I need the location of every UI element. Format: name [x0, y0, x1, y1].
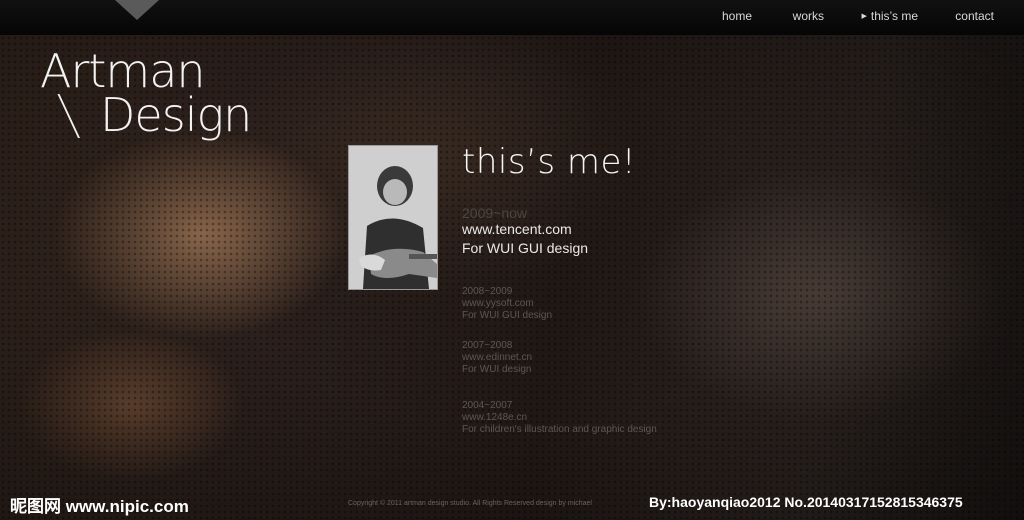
nav-item-contact[interactable]: contact	[955, 9, 994, 23]
past-job-entry: 2008~2009 www.yysoft.com For WUI GUI des…	[462, 286, 552, 322]
nav-item-this-is-me[interactable]: ▶ this’s me	[861, 9, 918, 23]
active-arrow-icon: ▶	[861, 13, 867, 20]
nav-item-home[interactable]: home	[722, 9, 752, 23]
past-job-years: 2004~2007	[462, 400, 513, 411]
page-heading: this’s me!	[462, 142, 637, 182]
profile-photo-figure	[349, 146, 437, 289]
past-job-site: www.edinnet.cn	[462, 352, 533, 363]
past-job-site: www.1248e.cn	[462, 412, 528, 423]
nav-item-works[interactable]: works	[793, 9, 824, 23]
past-job-description: For WUI GUI design	[462, 310, 553, 321]
nav-item-this-is-me-label: this’s me	[870, 9, 918, 23]
past-job-years: 2007~2008	[462, 340, 513, 351]
logo-line2: Design	[100, 88, 252, 142]
current-job-site: www.tencent.com	[462, 221, 572, 237]
past-job-site: www.yysoft.com	[462, 298, 534, 309]
past-job-years: 2008~2009	[462, 286, 513, 297]
watermark-right: By:haoyanqiao2012 No.2014031715281534637…	[649, 494, 963, 510]
top-notch-decoration	[115, 0, 159, 20]
footer-copyright: Copyright © 2011 artman design studio. A…	[348, 500, 592, 507]
current-job-description: For WUI GUI design	[462, 240, 589, 256]
past-job-entry: 2004~2007 www.1248e.cn For children's il…	[462, 400, 657, 436]
top-navigation-bar: home works ▶ this’s me contact	[0, 0, 1024, 35]
past-job-description: For children's illustration and graphic …	[462, 424, 657, 435]
profile-photo	[348, 145, 438, 290]
past-job-entry: 2007~2008 www.edinnet.cn For WUI design	[462, 340, 532, 376]
past-job-description: For WUI design	[462, 364, 532, 375]
current-job-years: 2009~now	[462, 205, 528, 221]
watermark-left: 昵图网 www.nipic.com	[10, 497, 189, 516]
